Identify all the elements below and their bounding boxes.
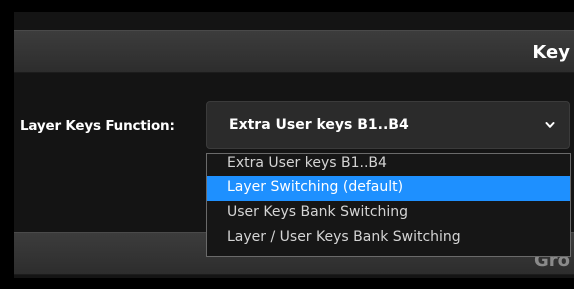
option-extra-user-keys[interactable]: Extra User keys B1..B4 <box>207 154 570 176</box>
option-layer-user-keys-bank-switching[interactable]: Layer / User Keys Bank Switching <box>207 226 570 251</box>
select-current-value: Extra User keys B1..B4 <box>229 117 409 133</box>
option-user-keys-bank-switching[interactable]: User Keys Bank Switching <box>207 201 570 226</box>
layer-keys-function-label: Layer Keys Function: <box>20 118 175 134</box>
chevron-down-icon <box>545 122 555 128</box>
option-layer-switching[interactable]: Layer Switching (default) <box>207 176 570 201</box>
layer-keys-function-options: Extra User keys B1..B4 Layer Switching (… <box>206 153 571 257</box>
settings-page: Key Layer Keys Function: Extra User keys… <box>0 0 574 289</box>
section-title: Key <box>532 42 570 63</box>
section-header-keys: Key <box>14 30 574 73</box>
layer-keys-function-select[interactable]: Extra User keys B1..B4 <box>206 101 570 149</box>
